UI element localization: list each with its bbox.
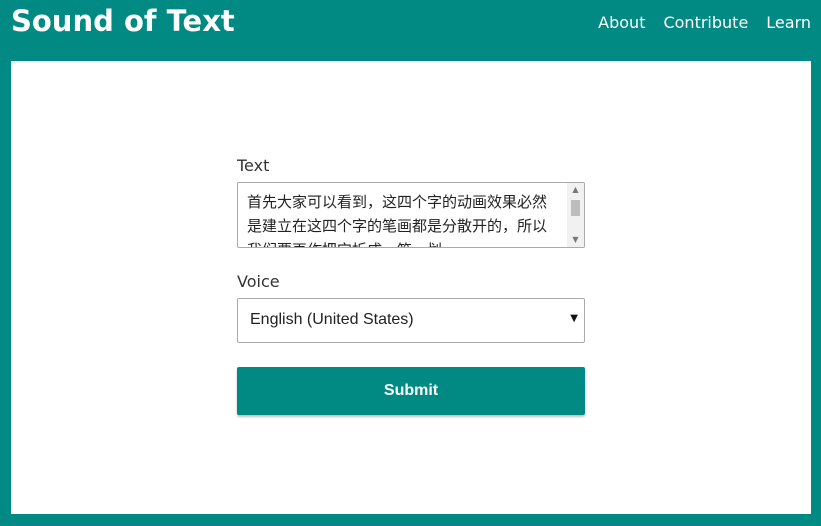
header-bar: Sound of Text About Contribute Learn	[0, 0, 821, 60]
nav-learn-link[interactable]: Learn	[766, 13, 811, 32]
voice-select-value: English (United States)	[250, 311, 414, 328]
voice-select[interactable]: English (United States) ▼	[237, 298, 585, 343]
main-card: Text 首先大家可以看到，这四个字的动画效果必然是建立在这四个字的笔画都是分散…	[11, 61, 811, 514]
nav-contribute-link[interactable]: Contribute	[663, 13, 748, 32]
submit-button[interactable]: Submit	[237, 367, 585, 415]
text-input[interactable]: 首先大家可以看到，这四个字的动画效果必然是建立在这四个字的笔画都是分散开的，所以…	[237, 182, 585, 248]
scroll-down-arrow-icon[interactable]: ▼	[567, 233, 584, 247]
scroll-thumb[interactable]	[571, 200, 580, 216]
site-logo[interactable]: Sound of Text	[11, 4, 235, 38]
chevron-down-icon: ▼	[570, 313, 578, 324]
voice-label: Voice	[237, 272, 280, 291]
text-input-value: 首先大家可以看到，这四个字的动画效果必然是建立在这四个字的笔画都是分散开的，所以…	[247, 193, 548, 247]
text-scrollbar[interactable]: ▲ ▼	[567, 183, 584, 247]
scroll-up-arrow-icon[interactable]: ▲	[567, 183, 584, 197]
top-nav: About Contribute Learn	[598, 13, 811, 32]
text-label: Text	[237, 156, 270, 175]
nav-about-link[interactable]: About	[598, 13, 645, 32]
